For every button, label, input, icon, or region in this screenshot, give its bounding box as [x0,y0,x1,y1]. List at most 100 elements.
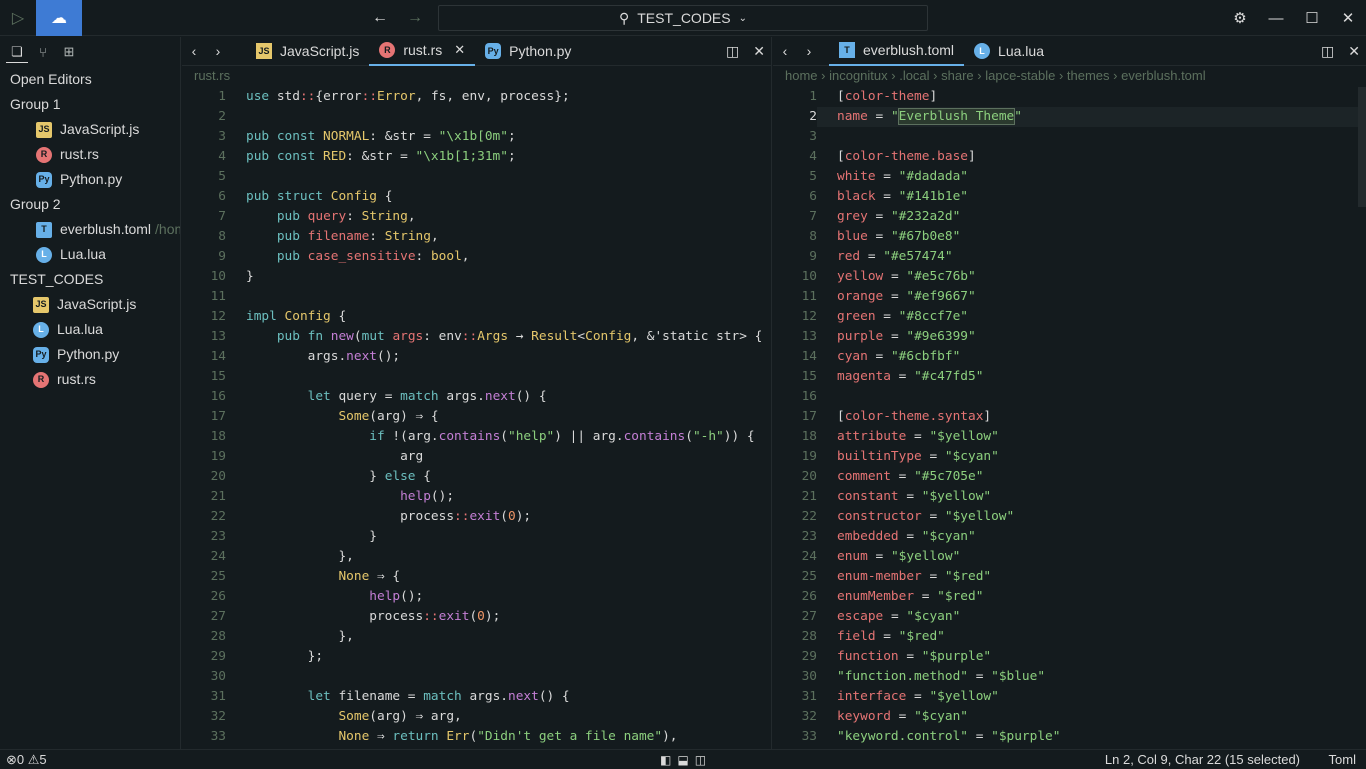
code-token: embedded [837,529,899,544]
sidebar-file-item[interactable]: Rrust.rs [0,142,180,167]
breadcrumb-segment[interactable]: home [785,68,818,83]
rust-code-editor[interactable]: 1 use std::{error::Error, fs, env, proces… [182,87,771,749]
breadcrumb-segment[interactable]: everblush.toml [1121,68,1206,83]
code-token: :: [361,89,378,104]
line-text: pub const NORMAL: &str = "\x1b[0m"; [226,127,771,147]
breadcrumb-segment[interactable]: .local [899,68,929,83]
gear-icon[interactable]: ⚙ [1222,0,1258,36]
code-token: "help" [508,429,555,444]
tab-python[interactable]: Py Python.py [475,37,581,66]
search-box[interactable]: ⚲ TEST_CODES ⌄ [438,5,928,31]
code-line: 4 [color-theme.base] [773,147,1366,167]
line-text: builtinType = "$cyan" [817,447,1366,467]
code-token: = [906,689,930,704]
forward-icon[interactable]: → [398,0,432,36]
code-token: ) || arg. [554,429,624,444]
maximize-icon[interactable]: ☐ [1294,0,1330,36]
file-path-hint: /home [155,221,180,237]
split-editor-icon[interactable]: ◫ [1321,43,1334,60]
extensions-icon[interactable]: ⊞ [58,41,80,63]
breadcrumb-segment[interactable]: share [941,68,974,83]
code-token: return [392,729,447,744]
code-token: cyan [837,349,868,364]
line-number: 14 [801,349,817,364]
tab-scroll-right-icon[interactable]: › [797,37,821,66]
toggle-right-panel-icon[interactable]: ◫ [695,753,706,767]
code-token: pub [276,229,308,244]
code-line: 10} [182,267,771,287]
sidebar-file-item[interactable]: Teverblush.toml/home [0,217,180,242]
line-text: magenta = "#c47fd5" [817,367,1366,387]
code-token: (); [400,589,424,604]
code-line: 17 Some(arg) ⇒ { [182,407,771,427]
sidebar-file-item[interactable]: JS JavaScript.js [0,117,180,142]
tab-rust[interactable]: R rust.rs ✕ [369,36,476,66]
sidebar-file-item[interactable]: JS JavaScript.js [0,292,180,317]
tab-scroll-right-icon[interactable]: › [206,37,230,66]
tab-scroll-left-icon[interactable]: ‹ [182,37,206,66]
sidebar-tabs: ❏ ⑂ ⊞ [0,37,180,67]
code-line: 27 process::exit(0); [182,607,771,627]
warning-icon: ⚠ [27,752,40,767]
sidebar-file-item[interactable]: Rrust.rs [0,367,180,392]
toggle-bottom-panel-icon[interactable]: ⬓ [677,753,688,767]
group-2-header[interactable]: Group 2 [0,192,180,217]
line-number: 6 [218,189,226,204]
group-1-list: JS JavaScript.js Rrust.rs Py Python.py [0,117,180,192]
tab-everblush-toml[interactable]: T everblush.toml [829,36,965,66]
sidebar-file-item[interactable]: Py Python.py [0,342,180,367]
file-explorer-icon[interactable]: ❏ [6,41,28,63]
line-number: 16 [210,389,226,404]
code-token: white [837,169,876,184]
cursor-position[interactable]: Ln 2, Col 9, Char 22 (15 selected) [1105,750,1300,769]
close-icon[interactable]: ✕ [1330,0,1366,36]
breadcrumb-segment[interactable]: themes [1067,68,1110,83]
minimize-icon[interactable]: — [1258,0,1294,36]
line-text [817,387,1366,407]
toggle-left-panel-icon[interactable]: ◧ [660,753,671,767]
vertical-scrollbar[interactable] [1358,87,1366,207]
code-line: 27 escape = "$cyan" [773,607,1366,627]
breadcrumb-segment[interactable]: lapce-stable [985,68,1055,83]
code-line: 30 "function.method" = "$blue" [773,667,1366,687]
workspace-header[interactable]: TEST_CODES [0,267,180,292]
close-pane-icon[interactable]: ✕ [753,43,765,60]
language-mode[interactable]: Toml [1329,750,1356,769]
tab-lua[interactable]: L Lua.lua [964,37,1054,66]
code-token: pub struct [246,189,331,204]
remote-icon[interactable]: ☁ [36,0,82,36]
sidebar-file-item[interactable]: Py Python.py [0,167,180,192]
tab-javascript[interactable]: JS JavaScript.js [246,37,369,66]
line-text: }, [226,547,771,567]
back-icon[interactable]: ← [363,0,397,36]
close-pane-icon[interactable]: ✕ [1348,43,1360,60]
code-token: ; [507,129,516,144]
breadcrumb-separator: › [1055,68,1067,83]
toml-code-editor[interactable]: 1 [color-theme] 2 name = "Everblush Theme" 3… [773,87,1366,749]
error-icon: ⊗ [6,752,17,767]
split-editor-icon[interactable]: ◫ [726,43,739,60]
line-number: 17 [210,409,226,424]
open-editors-header[interactable]: Open Editors [0,67,180,92]
line-text: "function.method" = "$blue" [817,667,1366,687]
close-tab-icon[interactable]: ✕ [454,42,465,58]
line-text: pub const RED: &str = "\x1b[1;31m"; [226,147,771,167]
code-token: help [400,489,431,504]
line-text: enum = "$yellow" [817,547,1366,567]
code-token: = [875,309,899,324]
source-control-icon[interactable]: ⑂ [32,41,54,63]
title-bar: ▷ ☁ ← → ⚲ TEST_CODES ⌄ ⚙ — ☐ ✕ [0,0,1366,36]
breadcrumb-segment[interactable]: incognitux [829,68,888,83]
code-token: builtinType [837,449,922,464]
diagnostics-indicator[interactable]: ⊗0 ⚠5 [6,750,47,769]
code-token: String [361,209,408,224]
tab-scroll-left-icon[interactable]: ‹ [773,37,797,66]
line-number: 6 [809,189,817,204]
line-number: 28 [210,629,226,644]
sidebar-file-item[interactable]: L Lua.lua [0,317,180,342]
group-1-header[interactable]: Group 1 [0,92,180,117]
sidebar-file-item[interactable]: L Lua.lua [0,242,180,267]
